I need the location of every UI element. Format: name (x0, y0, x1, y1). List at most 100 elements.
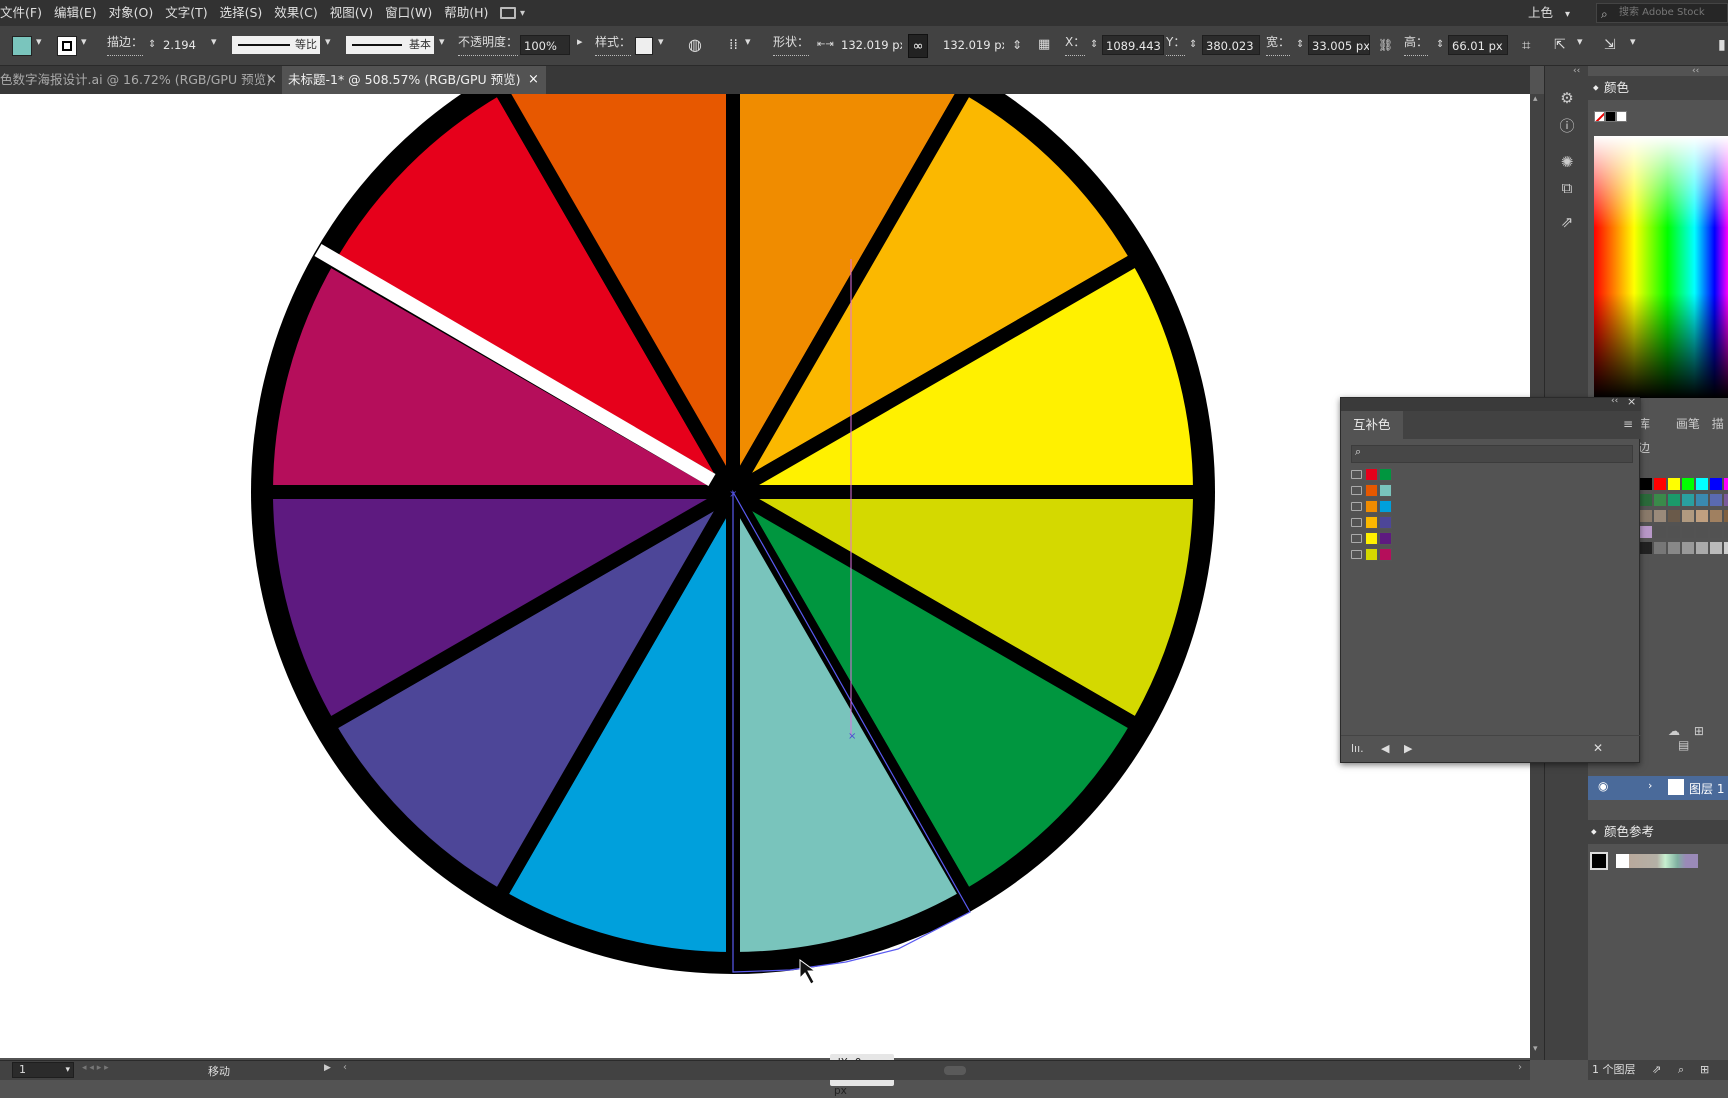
chevron-down-icon[interactable]: ▾ (211, 35, 217, 48)
menu-help[interactable]: 帮助(H) (438, 0, 494, 26)
swatch[interactable] (1379, 532, 1392, 545)
align-icon[interactable]: ⁞⁞ (729, 34, 738, 56)
workspace-switcher[interactable]: 上色 ▾ (1528, 0, 1570, 26)
chevron-down-icon[interactable]: ▾ (745, 35, 751, 48)
chevron-right-icon[interactable]: › (1648, 779, 1652, 792)
swatch[interactable] (1682, 526, 1694, 538)
stroke-swatch[interactable] (57, 36, 77, 56)
eye-icon[interactable]: ◉ (1598, 779, 1608, 793)
stepper-icon[interactable]: ⇕ (148, 34, 156, 56)
artboard-number-select[interactable]: 1 ▾ (12, 1062, 74, 1078)
swatch-search-input[interactable]: ⌕ (1351, 445, 1633, 463)
link-icon[interactable]: ∞ (908, 34, 928, 58)
swatch[interactable] (1682, 542, 1694, 554)
arrange-documents-button[interactable]: ▾ (500, 4, 538, 22)
stroke-weight-input[interactable]: 2.194 (160, 35, 210, 55)
layer-row[interactable]: ◉ › 图层 1 (1588, 776, 1728, 800)
tools-icon[interactable]: ✕ (1593, 741, 1603, 755)
height-input[interactable]: 66.01 px (1448, 35, 1508, 55)
fill-swatch[interactable] (12, 36, 32, 56)
tab-complementary[interactable]: 互补色 (1341, 411, 1403, 439)
y-input[interactable]: 380.023 (1202, 35, 1260, 55)
swatch[interactable] (1654, 478, 1666, 490)
swatch[interactable] (1724, 510, 1728, 522)
color-wheel[interactable]: × × (0, 94, 1530, 1058)
swatch[interactable] (1654, 494, 1666, 506)
swatch[interactable] (1696, 542, 1708, 554)
tab-document-2[interactable]: 未标题-1* @ 508.57% (RGB/GPU 预览) × (282, 66, 546, 94)
shape-label[interactable]: 形状： (773, 34, 810, 56)
panel-title-strip[interactable]: ‹‹ × (1341, 395, 1641, 411)
swatch[interactable] (1640, 510, 1652, 522)
swatch[interactable] (1365, 468, 1378, 481)
swatch[interactable] (1654, 510, 1666, 522)
y-label[interactable]: Y： (1166, 34, 1186, 56)
search-icon[interactable]: ⌕ (1678, 1060, 1684, 1080)
swatch[interactable] (1710, 494, 1722, 506)
color-panel-header[interactable]: ⬥ 颜色 (1588, 76, 1728, 100)
arrange-icon[interactable]: ⇲ (1604, 34, 1616, 56)
swatch[interactable] (1682, 510, 1694, 522)
stroke-label[interactable]: 描边： (107, 34, 144, 56)
width-label[interactable]: 宽： (1266, 34, 1291, 56)
swatch[interactable] (1365, 500, 1378, 513)
swatch[interactable] (1365, 532, 1378, 545)
swatch[interactable] (1654, 542, 1666, 554)
transform-icon[interactable]: ⌗ (1522, 34, 1530, 56)
swatch[interactable] (1379, 548, 1392, 561)
horizontal-scroll-thumb[interactable] (944, 1066, 966, 1075)
swatch[interactable] (1724, 494, 1728, 506)
swatch[interactable] (1379, 500, 1392, 513)
nav-arrows[interactable]: ◂ ◂ ▸ ▸ (82, 1063, 109, 1073)
swatch[interactable] (1365, 548, 1378, 561)
brush-definition[interactable]: 基本 (346, 36, 434, 54)
canvas[interactable]: × × dX: 0 px dY: 0.42 px (0, 94, 1530, 1097)
menu-object[interactable]: 对象(O) (103, 0, 160, 26)
swatch[interactable] (1640, 494, 1652, 506)
menu-select[interactable]: 选择(S) (214, 0, 269, 26)
library-icon[interactable]: lıı. (1351, 742, 1364, 755)
scroll-left-icon[interactable]: ‹ (343, 1062, 347, 1073)
white-swatch[interactable] (1616, 111, 1627, 122)
collapse-icon[interactable]: ‹‹ (1573, 66, 1580, 76)
swatch[interactable] (1640, 526, 1652, 538)
stock-search-input[interactable]: ⌕ 搜索 Adobe Stock (1596, 3, 1728, 23)
swatch[interactable] (1724, 526, 1728, 538)
stepper-icon[interactable]: ⇕ (1436, 34, 1444, 56)
collapse-icon[interactable]: ‹‹ (1611, 396, 1618, 406)
close-icon[interactable]: × (266, 66, 277, 94)
swatch[interactable] (1696, 510, 1708, 522)
swatch[interactable] (1379, 516, 1392, 529)
next-icon[interactable]: ▶ (1404, 742, 1412, 755)
color-guide-strip[interactable] (1616, 854, 1698, 868)
height-label[interactable]: 高： (1404, 34, 1429, 56)
swatch[interactable] (1696, 494, 1708, 506)
color-spectrum[interactable] (1594, 136, 1728, 398)
new-layer-icon[interactable]: ⊞ (1700, 1060, 1709, 1080)
swatch[interactable] (1668, 478, 1680, 490)
reference-point-icon[interactable]: ▦ (1038, 34, 1050, 56)
gear-icon[interactable]: ⚙ (1557, 88, 1577, 108)
chevron-down-icon[interactable]: ▾ (658, 35, 664, 48)
new-icon[interactable]: ⊞ (1694, 724, 1704, 738)
status-menu-icon[interactable]: ▶ (324, 1063, 331, 1073)
info-icon[interactable]: ⓘ (1557, 116, 1577, 136)
menu-file[interactable]: 文件(F) (0, 0, 48, 26)
chevron-down-icon[interactable]: ▾ (81, 35, 87, 48)
prev-icon[interactable]: ◀ (1381, 742, 1389, 755)
menu-view[interactable]: 视图(V) (324, 0, 379, 26)
swatch[interactable] (1710, 478, 1722, 490)
appearance-icon[interactable]: ✺ (1557, 152, 1577, 172)
chevron-right-icon[interactable]: ▸ (577, 35, 583, 48)
swatch[interactable] (1724, 478, 1728, 490)
stepper-icon[interactable]: ⇕ (1189, 34, 1197, 56)
scroll-right-icon[interactable]: › (1518, 1062, 1522, 1073)
scroll-up-icon[interactable]: ▴ (1533, 94, 1538, 104)
swatch[interactable] (1696, 526, 1708, 538)
graphic-style-swatch[interactable] (635, 37, 653, 55)
swatch[interactable] (1379, 484, 1392, 497)
swatch[interactable] (1668, 526, 1680, 538)
swatch[interactable] (1710, 542, 1722, 554)
swatch[interactable] (1710, 526, 1722, 538)
swatch[interactable] (1668, 510, 1680, 522)
